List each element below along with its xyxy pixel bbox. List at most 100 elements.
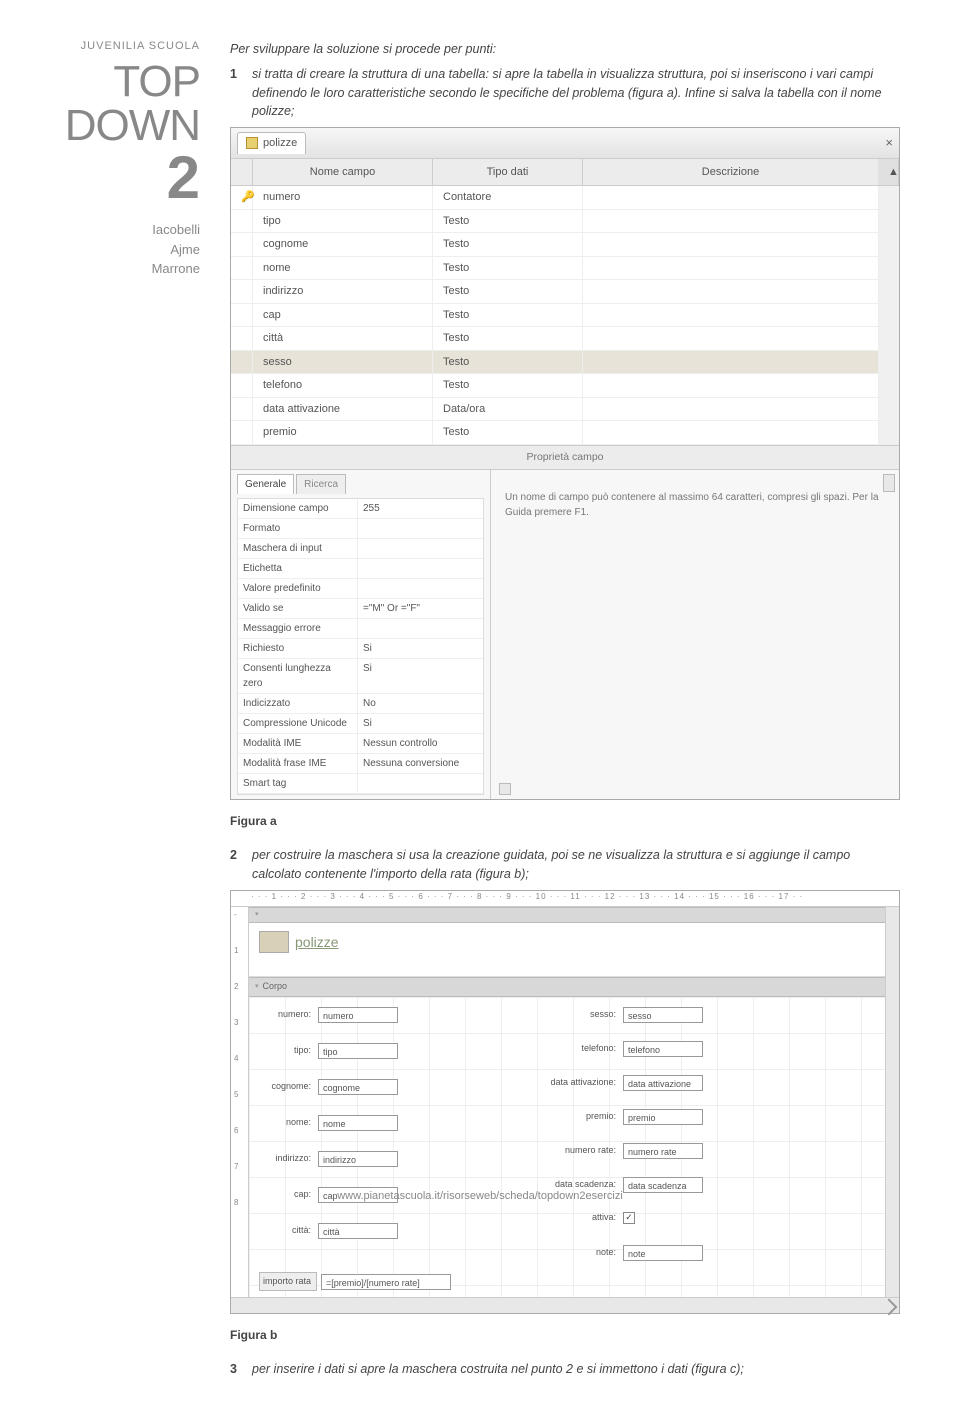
form-field[interactable]: cognome:cognome — [269, 1079, 398, 1095]
field-name[interactable]: telefono — [253, 374, 433, 397]
form-field[interactable]: telefono:telefono — [539, 1041, 703, 1057]
property-value[interactable] — [358, 559, 483, 578]
property-row[interactable]: IndicizzatoNo — [238, 694, 483, 714]
property-row[interactable]: Maschera di input — [238, 539, 483, 559]
horizontal-scrollbar[interactable] — [231, 1297, 899, 1313]
field-desc[interactable] — [583, 210, 879, 233]
form-field[interactable]: sesso:sesso — [539, 1007, 703, 1023]
field-type[interactable]: Contatore — [433, 186, 583, 209]
field-input[interactable]: numero — [318, 1007, 398, 1023]
field-name[interactable]: nome — [253, 257, 433, 280]
row-selector[interactable] — [231, 374, 253, 397]
row-selector[interactable] — [231, 327, 253, 350]
field-name[interactable]: cognome — [253, 233, 433, 256]
close-icon[interactable]: × — [885, 133, 893, 153]
form-field[interactable]: nome:nome — [269, 1115, 398, 1131]
field-name[interactable]: città — [253, 327, 433, 350]
field-input[interactable]: nome — [318, 1115, 398, 1131]
table-row[interactable]: tipoTesto — [231, 210, 899, 234]
form-field[interactable]: note:note — [539, 1245, 703, 1261]
property-value[interactable]: Nessun controllo — [358, 734, 483, 753]
field-name[interactable]: data attivazione — [253, 398, 433, 421]
field-input[interactable]: indirizzo — [318, 1151, 398, 1167]
field-name[interactable]: tipo — [253, 210, 433, 233]
field-input[interactable]: premio — [623, 1109, 703, 1125]
row-selector[interactable] — [231, 280, 253, 303]
property-value[interactable]: Si — [358, 659, 483, 693]
field-name[interactable]: premio — [253, 421, 433, 444]
table-row[interactable]: cittàTesto — [231, 327, 899, 351]
table-row[interactable]: capTesto — [231, 304, 899, 328]
property-value[interactable]: ="M" Or ="F" — [358, 599, 483, 618]
form-field[interactable]: data attivazione:data attivazione — [539, 1075, 703, 1091]
field-input[interactable]: cognome — [318, 1079, 398, 1095]
field-desc[interactable] — [583, 421, 879, 444]
field-type[interactable]: Testo — [433, 351, 583, 374]
field-desc[interactable] — [583, 280, 879, 303]
form-field[interactable]: città:città — [269, 1223, 398, 1239]
property-row[interactable]: Formato — [238, 519, 483, 539]
property-row[interactable]: Valido se="M" Or ="F" — [238, 599, 483, 619]
field-desc[interactable] — [583, 374, 879, 397]
vertical-scrollbar[interactable] — [885, 907, 899, 1297]
field-type[interactable]: Testo — [433, 374, 583, 397]
field-input[interactable]: tipo — [318, 1043, 398, 1059]
property-row[interactable]: Compressione UnicodeSi — [238, 714, 483, 734]
property-value[interactable] — [358, 774, 483, 793]
form-field[interactable]: numero rate:numero rate — [539, 1143, 703, 1159]
table-tab[interactable]: polizze — [237, 132, 306, 154]
field-input[interactable]: città — [318, 1223, 398, 1239]
field-input[interactable]: numero rate — [623, 1143, 703, 1159]
field-desc[interactable] — [583, 257, 879, 280]
field-desc[interactable] — [583, 327, 879, 350]
field-desc[interactable] — [583, 186, 879, 209]
property-value[interactable] — [358, 619, 483, 638]
row-selector[interactable] — [231, 210, 253, 233]
field-type[interactable]: Testo — [433, 327, 583, 350]
form-field[interactable]: tipo:tipo — [269, 1043, 398, 1059]
property-row[interactable]: Smart tag — [238, 774, 483, 794]
table-row[interactable]: nomeTesto — [231, 257, 899, 281]
property-value[interactable]: Si — [358, 714, 483, 733]
field-type[interactable]: Testo — [433, 210, 583, 233]
field-desc[interactable] — [583, 398, 879, 421]
field-name[interactable]: sesso — [253, 351, 433, 374]
property-row[interactable]: Consenti lunghezza zeroSi — [238, 659, 483, 694]
form-field[interactable]: premio:premio — [539, 1109, 703, 1125]
property-value[interactable] — [358, 519, 483, 538]
field-input[interactable]: data attivazione — [623, 1075, 703, 1091]
row-selector[interactable] — [231, 233, 253, 256]
field-type[interactable]: Testo — [433, 257, 583, 280]
property-value[interactable] — [358, 539, 483, 558]
field-type[interactable]: Testo — [433, 304, 583, 327]
calc-field[interactable]: importo rata =[premio]/[numero rate] — [259, 1272, 451, 1292]
property-row[interactable]: Dimensione campo255 — [238, 499, 483, 519]
field-type[interactable]: Testo — [433, 280, 583, 303]
field-input[interactable]: sesso — [623, 1007, 703, 1023]
tab-generale[interactable]: Generale — [237, 474, 294, 494]
property-value[interactable] — [358, 579, 483, 598]
field-name[interactable]: indirizzo — [253, 280, 433, 303]
header-band[interactable]: ▾ — [249, 907, 899, 924]
table-row[interactable]: premioTesto — [231, 421, 899, 445]
scroll-thumb-icon[interactable] — [883, 474, 895, 492]
property-row[interactable]: Messaggio errore — [238, 619, 483, 639]
form-field[interactable]: indirizzo:indirizzo — [269, 1151, 398, 1167]
field-name[interactable]: cap — [253, 304, 433, 327]
property-row[interactable]: Etichetta — [238, 559, 483, 579]
field-name[interactable]: numero — [253, 186, 433, 209]
row-selector[interactable] — [231, 421, 253, 444]
row-selector[interactable] — [231, 398, 253, 421]
table-row[interactable]: 🔑numeroContatore — [231, 186, 899, 210]
table-row[interactable]: indirizzoTesto — [231, 280, 899, 304]
field-type[interactable]: Testo — [433, 421, 583, 444]
field-desc[interactable] — [583, 304, 879, 327]
property-value[interactable]: No — [358, 694, 483, 713]
field-type[interactable]: Data/ora — [433, 398, 583, 421]
field-input[interactable]: note — [623, 1245, 703, 1261]
body-band[interactable]: ▾Corpo — [249, 977, 899, 997]
field-desc[interactable] — [583, 351, 879, 374]
tab-ricerca[interactable]: Ricerca — [296, 474, 346, 494]
design-canvas[interactable]: ▾ polizze ▾Corpo numero:numerotipo:tipoc… — [249, 907, 899, 1297]
property-row[interactable]: Modalità frase IMENessuna conversione — [238, 754, 483, 774]
